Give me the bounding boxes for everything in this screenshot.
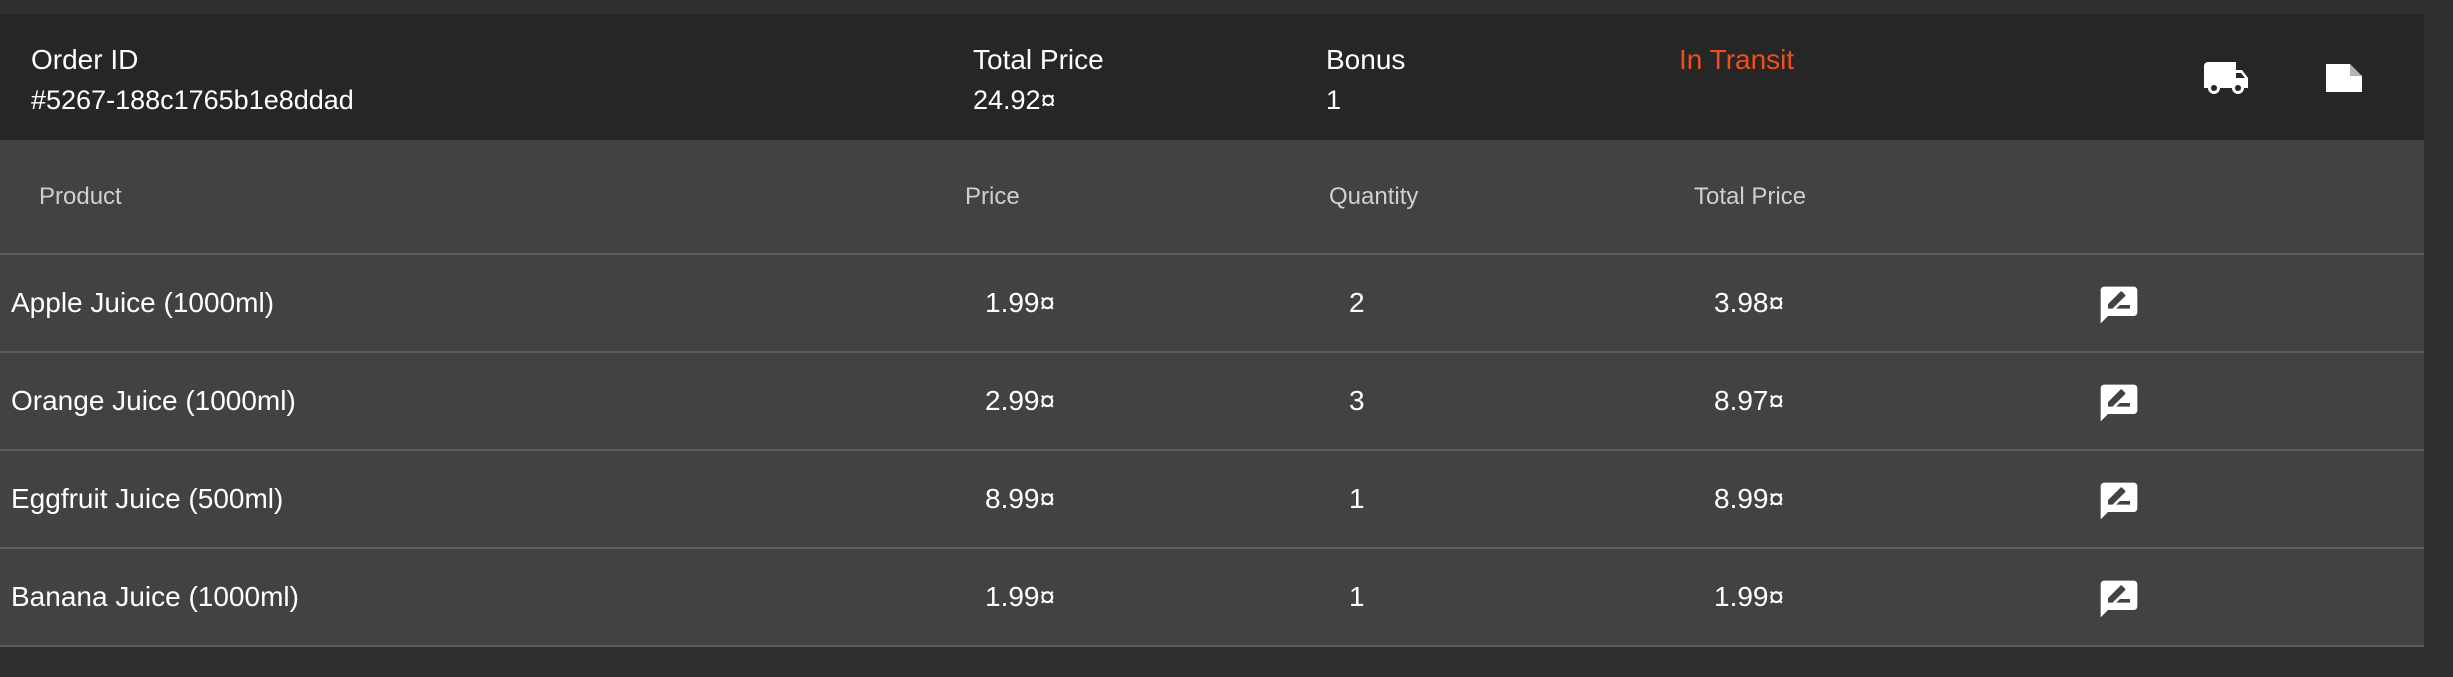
column-header-quantity[interactable]: Quantity [1329, 140, 1418, 253]
order-status-block: In Transit [1679, 40, 1794, 80]
order-bonus-value: 1 [1326, 85, 1342, 115]
column-header-product[interactable]: Product [39, 140, 122, 253]
order-status: In Transit [1679, 44, 1795, 75]
product-name: Banana Juice (1000ml) [11, 581, 299, 612]
order-bonus-label: Bonus [1326, 44, 1406, 75]
product-total-price: 3.98¤ [1714, 287, 1785, 318]
product-price: 1.99¤ [985, 287, 1056, 318]
order-bonus-block: Bonus 1 [1326, 40, 1405, 120]
order-id-value: #5267-188c1765b1e8ddad [31, 85, 354, 115]
table-row: Banana Juice (1000ml) 1.99¤ 1 1.99¤ [0, 549, 2424, 647]
truck-icon[interactable] [2198, 54, 2254, 102]
column-header-total-price[interactable]: Total Price [1694, 140, 1806, 253]
product-name: Orange Juice (1000ml) [11, 385, 296, 416]
product-quantity: 1 [1349, 581, 1365, 612]
order-id-label: Order ID [31, 44, 139, 75]
table-row: Orange Juice (1000ml) 2.99¤ 3 8.97¤ [0, 353, 2424, 451]
table-header: Product Price Quantity Total Price [0, 140, 2424, 255]
rate-review-icon[interactable] [2097, 283, 2141, 327]
product-name: Apple Juice (1000ml) [11, 287, 275, 318]
order-id-block: Order ID #5267-188c1765b1e8ddad [31, 40, 354, 120]
product-quantity: 1 [1349, 483, 1365, 514]
table-row: Eggfruit Juice (500ml) 8.99¤ 1 8.99¤ [0, 451, 2424, 549]
column-header-price[interactable]: Price [965, 140, 1020, 253]
order-total-block: Total Price 24.92¤ [973, 40, 1104, 120]
product-total-price: 8.99¤ [1714, 483, 1785, 514]
product-price: 2.99¤ [985, 385, 1056, 416]
order-header: Order ID #5267-188c1765b1e8ddad Total Pr… [0, 14, 2424, 140]
product-name: Eggfruit Juice (500ml) [11, 483, 284, 514]
product-price: 1.99¤ [985, 581, 1056, 612]
order-card: Order ID #5267-188c1765b1e8ddad Total Pr… [0, 14, 2424, 647]
product-quantity: 2 [1349, 287, 1365, 318]
product-total-price: 8.97¤ [1714, 385, 1785, 416]
rate-review-icon[interactable] [2097, 577, 2141, 621]
product-price: 8.99¤ [985, 483, 1056, 514]
order-total-label: Total Price [973, 44, 1104, 75]
product-quantity: 3 [1349, 385, 1365, 416]
rate-review-icon[interactable] [2097, 381, 2141, 425]
product-total-price: 1.99¤ [1714, 581, 1785, 612]
receipt-icon[interactable] [2316, 54, 2372, 102]
table-row: Apple Juice (1000ml) 1.99¤ 2 3.98¤ [0, 255, 2424, 353]
order-total-value: 24.92¤ [973, 85, 1056, 115]
rate-review-icon[interactable] [2097, 479, 2141, 523]
